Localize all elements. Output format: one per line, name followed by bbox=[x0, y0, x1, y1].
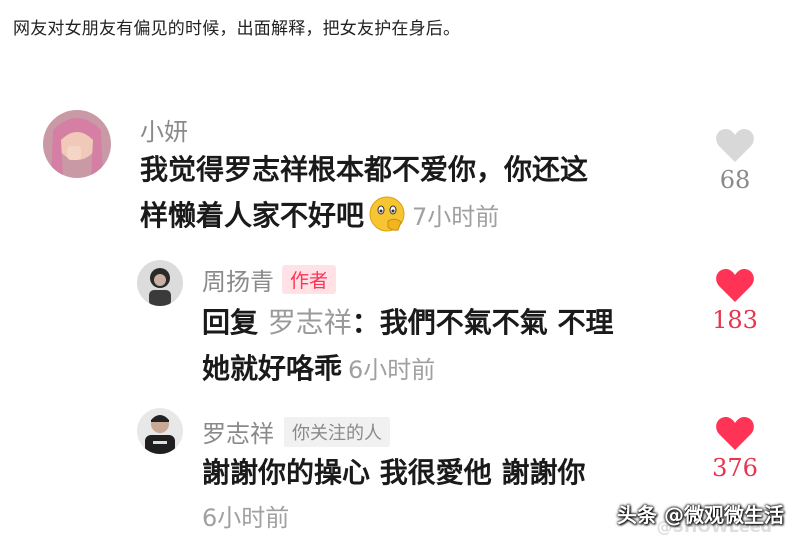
like-count: 68 bbox=[719, 166, 751, 194]
like-count: 376 bbox=[712, 454, 758, 482]
like-button[interactable]: 376 bbox=[705, 416, 765, 482]
like-button[interactable]: 183 bbox=[705, 268, 765, 334]
author-badge: 作者 bbox=[282, 265, 337, 294]
heart-icon bbox=[716, 269, 754, 302]
timestamp: 7小时前 bbox=[412, 203, 500, 231]
comment-text-line: 样懒着人家不好吧 7小时前 bbox=[140, 193, 588, 240]
username[interactable]: 周扬青 作者 bbox=[202, 262, 337, 297]
comment-text-line: 我觉得罗志祥根本都不爱你，你还这 bbox=[140, 153, 589, 186]
caption: 网友对女朋友有偏见的时候，出面解释，把女友护在身后。 bbox=[13, 19, 461, 39]
comment-text-line: 她就好咯乖 6小时前 bbox=[202, 352, 436, 385]
avatar[interactable] bbox=[137, 408, 183, 454]
comment-text-line: 回复 罗志祥：我們不氣不氣 不理 bbox=[202, 306, 614, 339]
timestamp: 6小时前 bbox=[348, 356, 436, 384]
following-badge: 你关注的人 bbox=[284, 417, 390, 447]
comment-text: 回复 罗志祥：我們不氣不氣 不理 她就好咯乖 6小时前 bbox=[202, 300, 614, 393]
reply-target-link[interactable]: 罗志祥 bbox=[268, 306, 352, 339]
comment-text-line: 謝謝你的操心 我很愛他 謝謝你 bbox=[202, 456, 586, 489]
timestamp: 6小时前 bbox=[202, 504, 290, 532]
heart-icon bbox=[716, 417, 754, 450]
comment-text: 我觉得罗志祥根本都不爱你，你还这 样懒着人家不好吧 7小时前 bbox=[140, 147, 588, 240]
username[interactable]: 罗志祥 你关注的人 bbox=[202, 414, 390, 449]
avatar[interactable] bbox=[137, 260, 183, 306]
comment-text: 謝謝你的操心 我很愛他 謝謝你 bbox=[202, 450, 586, 496]
like-count: 183 bbox=[712, 306, 758, 334]
avatar[interactable] bbox=[43, 110, 111, 178]
face-with-hand-over-mouth-emoji bbox=[368, 195, 406, 233]
watermark: 头条 @微观微生活 bbox=[617, 503, 784, 527]
username[interactable]: 小妍 bbox=[140, 112, 188, 147]
like-button[interactable]: 68 bbox=[705, 128, 765, 194]
heart-icon bbox=[716, 129, 754, 162]
